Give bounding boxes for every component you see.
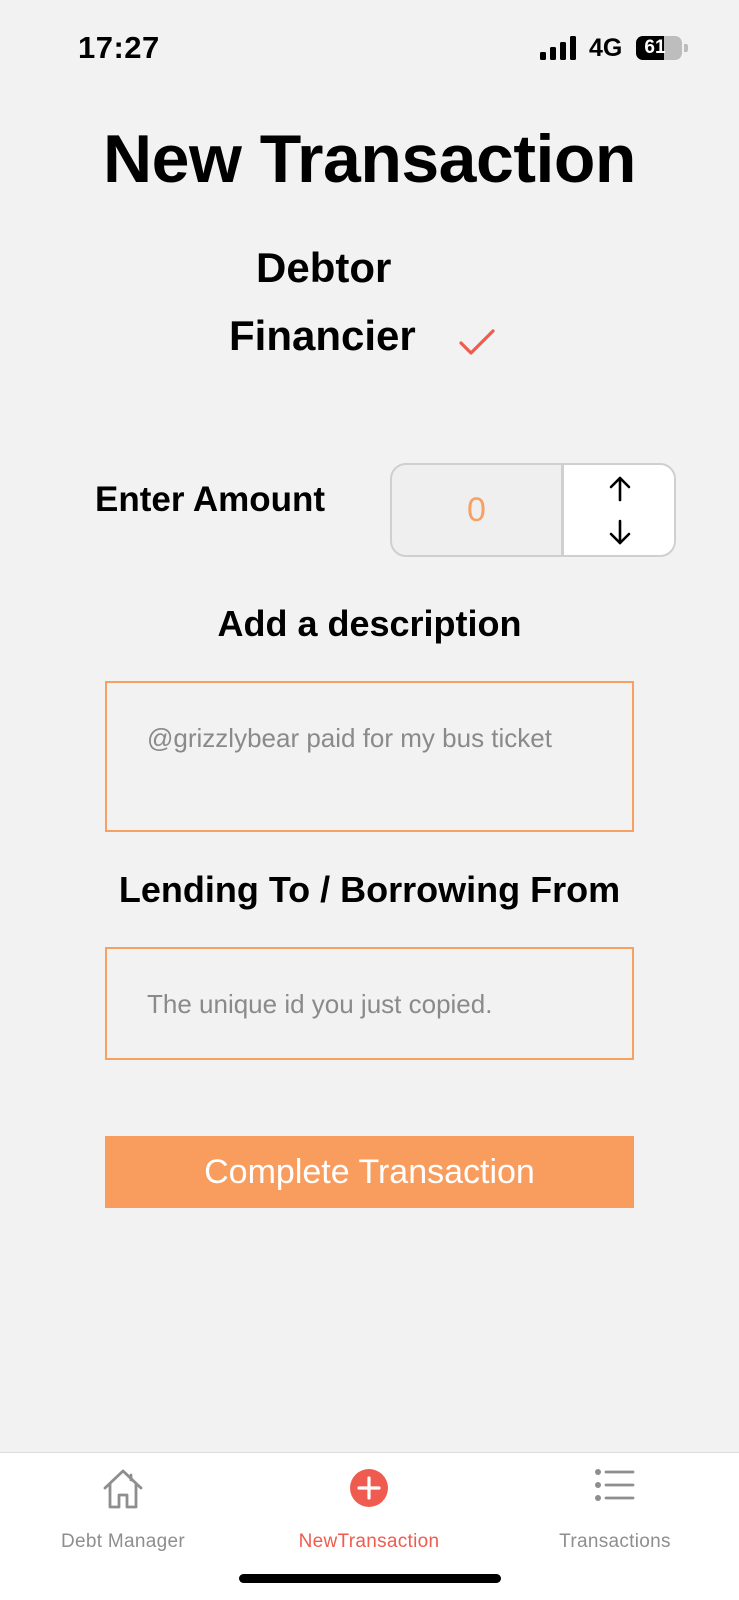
role-option-financier[interactable]: Financier [229,312,416,360]
tab-debt-manager[interactable]: Debt Manager [43,1453,203,1563]
tab-label: NewTransaction [298,1531,440,1552]
counterparty-placeholder: The unique id you just copied. [147,989,493,1019]
battery-icon: 61 [636,36,682,60]
signal-icon [540,36,578,60]
status-time: 17:27 [78,30,160,65]
decrement-button[interactable] [564,510,674,555]
increment-button[interactable] [564,465,674,510]
battery-tip [684,44,688,52]
description-placeholder: @grizzlybear paid for my bus ticket [147,723,552,753]
tab-transactions[interactable]: Transactions [535,1453,695,1563]
tab-new-transaction[interactable]: NewTransaction [284,1453,454,1563]
plus-circle-icon [350,1469,388,1507]
battery-level: 61 [644,37,666,58]
tab-label: Transactions [559,1531,671,1552]
complete-transaction-button[interactable]: Complete Transaction [105,1136,634,1208]
counterparty-id-input[interactable]: The unique id you just copied. [105,947,634,1060]
amount-stepper: 0 [390,463,676,557]
role-option-debtor[interactable]: Debtor [256,244,391,292]
amount-input[interactable]: 0 [392,465,561,555]
amount-label: Enter Amount [95,480,326,519]
description-input[interactable]: @grizzlybear paid for my bus ticket [105,681,634,832]
stepper-buttons [561,465,674,555]
page-title: New Transaction [103,121,636,197]
counterparty-label: Lending To / Borrowing From [118,869,621,910]
arrow-down-icon [609,519,631,544]
arrow-up-icon [609,476,631,501]
description-label: Add a description [217,603,522,644]
checkmark-icon [459,329,495,355]
tab-label: Debt Manager [60,1531,185,1552]
list-icon [595,1469,635,1501]
network-type: 4G [589,34,623,62]
home-icon [103,1469,143,1509]
home-indicator [239,1574,501,1583]
status-bar: 17:27 4G 61 [0,0,739,100]
